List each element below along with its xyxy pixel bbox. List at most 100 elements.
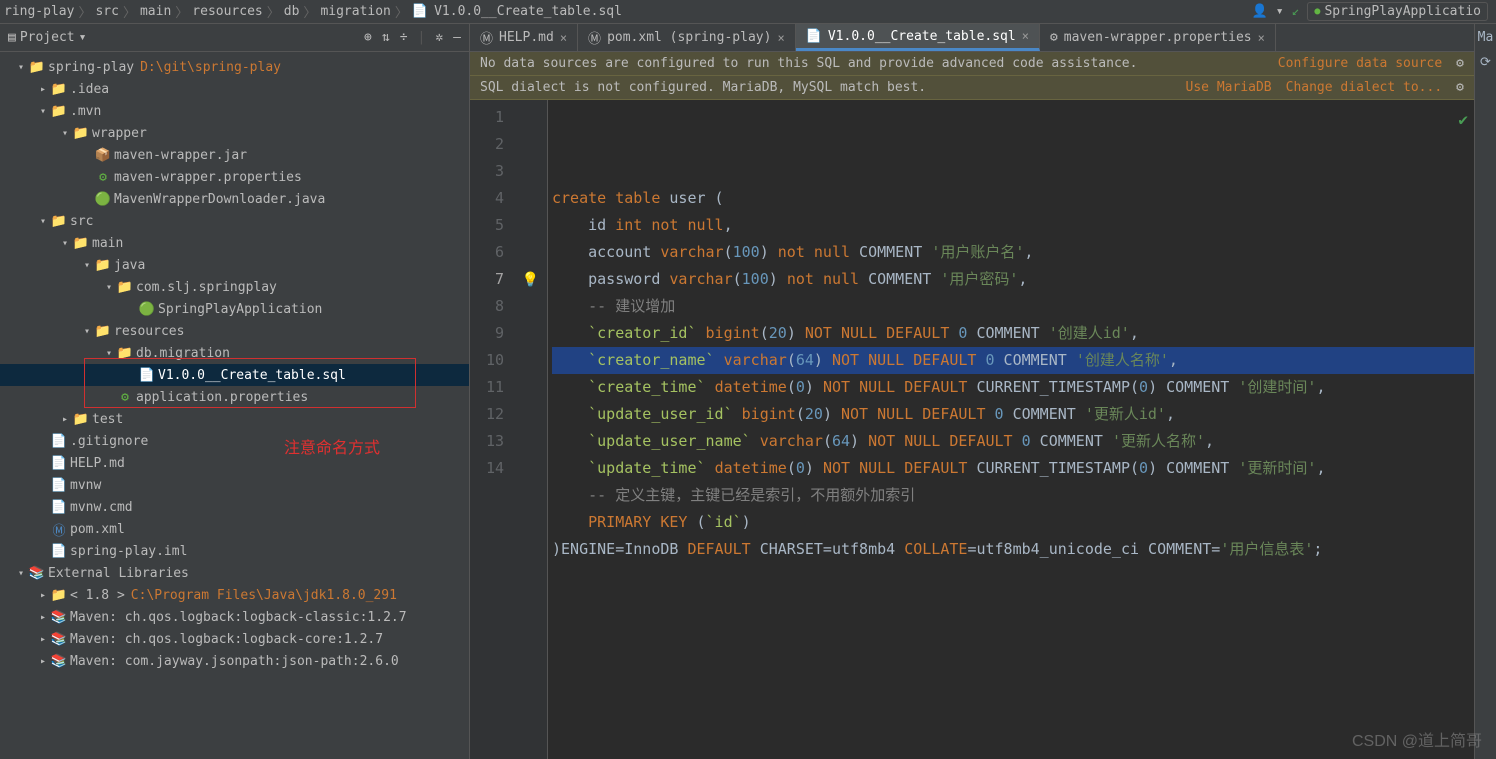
code-line[interactable]: account varchar(100) not null COMMENT '用… bbox=[552, 239, 1474, 266]
tree-item[interactable]: ▸📄V1.0.0__Create_table.sql bbox=[0, 364, 469, 386]
chevron-right-icon[interactable]: ▸ bbox=[36, 612, 50, 623]
breadcrumb[interactable]: ring-play 〉src 〉main 〉resources 〉db 〉mig… bbox=[4, 2, 622, 21]
editor-tab[interactable]: ⓂHELP.md× bbox=[470, 24, 578, 51]
gear-icon[interactable]: ⚙ bbox=[1456, 56, 1464, 71]
gear-icon[interactable]: ✲ bbox=[435, 30, 443, 45]
tab-label: V1.0.0__Create_table.sql bbox=[828, 29, 1016, 44]
code-line[interactable]: `update_user_id` bigint(20) NOT NULL DEF… bbox=[552, 401, 1474, 428]
breadcrumb-part[interactable]: main bbox=[140, 4, 171, 19]
chevron-down-icon[interactable]: ▾ bbox=[80, 260, 94, 271]
sql-icon: 📄 bbox=[138, 368, 156, 383]
tree-item[interactable]: ▾📁java bbox=[0, 254, 469, 276]
chevron-down-icon[interactable]: ▾ bbox=[102, 348, 116, 359]
expand-icon[interactable]: ⇅ bbox=[382, 30, 390, 45]
code-line[interactable]: -- 定义主键，主键已经是索引，不用额外加索引 bbox=[552, 482, 1474, 509]
tree-item[interactable]: ▸🟢SpringPlayApplication bbox=[0, 298, 469, 320]
code-line[interactable]: `create_time` datetime(0) NOT NULL DEFAU… bbox=[552, 374, 1474, 401]
chevron-down-icon[interactable]: ▾ bbox=[102, 282, 116, 293]
project-tool-title[interactable]: ▤ Project ▾ bbox=[8, 30, 86, 45]
tree-item[interactable]: ▸📄mvnw bbox=[0, 474, 469, 496]
chevron-right-icon[interactable]: ▸ bbox=[58, 414, 72, 425]
close-icon[interactable]: × bbox=[1258, 31, 1265, 45]
run-button-icon[interactable]: ↙ bbox=[1292, 4, 1300, 19]
tree-item[interactable]: ▸📁test bbox=[0, 408, 469, 430]
code-line[interactable]: create table user ( bbox=[552, 185, 1474, 212]
gear-icon[interactable]: ⚙ bbox=[1456, 80, 1464, 95]
code-area[interactable]: ✔ create table user ( id int not null, a… bbox=[548, 100, 1474, 759]
code-line[interactable]: `creator_name` varchar(64) NOT NULL DEFA… bbox=[552, 347, 1474, 374]
tree-item[interactable]: ▸📄spring-play.iml bbox=[0, 540, 469, 562]
chevron-down-icon[interactable]: ▾ bbox=[58, 128, 72, 139]
breadcrumb-part[interactable]: src bbox=[95, 4, 118, 19]
breadcrumb-part[interactable]: resources bbox=[192, 4, 262, 19]
editor-tab[interactable]: ⚙maven-wrapper.properties× bbox=[1040, 24, 1276, 51]
code-line[interactable]: PRIMARY KEY (`id`) bbox=[552, 509, 1474, 536]
code-line[interactable]: `update_time` datetime(0) NOT NULL DEFAU… bbox=[552, 455, 1474, 482]
tree-item-label: test bbox=[92, 412, 123, 427]
chevron-right-icon[interactable]: ▸ bbox=[36, 590, 50, 601]
close-icon[interactable]: × bbox=[1022, 29, 1029, 43]
breadcrumb-part[interactable]: db bbox=[284, 4, 300, 19]
project-tree[interactable]: ▾📁spring-play D:\git\spring-play▸📁.idea▾… bbox=[0, 52, 469, 759]
tree-item[interactable]: ▾📁src bbox=[0, 210, 469, 232]
tree-item[interactable]: ▸📚Maven: ch.qos.logback:logback-classic:… bbox=[0, 606, 469, 628]
tree-item[interactable]: ▸⚙application.properties bbox=[0, 386, 469, 408]
code-line[interactable]: id int not null, bbox=[552, 212, 1474, 239]
editor-tab[interactable]: 📄V1.0.0__Create_table.sql× bbox=[796, 24, 1040, 51]
tree-item[interactable]: ▸⚙maven-wrapper.properties bbox=[0, 166, 469, 188]
database-tool-icon[interactable]: ⟳ bbox=[1480, 55, 1491, 70]
editor-tab[interactable]: Ⓜpom.xml (spring-play)× bbox=[578, 24, 796, 51]
code-line[interactable]: -- 建议增加 bbox=[552, 293, 1474, 320]
code-line[interactable]: `creator_id` bigint(20) NOT NULL DEFAULT… bbox=[552, 320, 1474, 347]
chevron-down-icon[interactable]: ▾ bbox=[36, 216, 50, 227]
tree-item[interactable]: ▸📁.idea bbox=[0, 78, 469, 100]
tree-item[interactable]: ▸📄mvnw.cmd bbox=[0, 496, 469, 518]
chevron-down-icon[interactable]: ▾ bbox=[14, 62, 28, 73]
chevron-down-icon[interactable]: ▾ bbox=[58, 238, 72, 249]
spring-icon: ● bbox=[1314, 6, 1320, 17]
maven-tool-tab[interactable]: Ma bbox=[1478, 30, 1494, 45]
run-config[interactable]: ● SpringPlayApplicatio bbox=[1307, 2, 1488, 21]
tree-item[interactable]: ▾📁resources bbox=[0, 320, 469, 342]
code-line[interactable]: `update_user_name` varchar(64) NOT NULL … bbox=[552, 428, 1474, 455]
collapse-icon[interactable]: ÷ bbox=[400, 30, 408, 45]
tree-item[interactable]: ▸📦maven-wrapper.jar bbox=[0, 144, 469, 166]
banner-action-link[interactable]: Configure data source bbox=[1278, 56, 1442, 71]
tree-item[interactable]: ▸Ⓜpom.xml bbox=[0, 518, 469, 540]
tree-item[interactable]: ▾📁wrapper bbox=[0, 122, 469, 144]
tree-item[interactable]: ▾📁db.migration bbox=[0, 342, 469, 364]
inspection-ok-icon[interactable]: ✔ bbox=[1458, 106, 1468, 133]
banner-action-link[interactable]: Use MariaDB bbox=[1186, 80, 1272, 95]
locate-icon[interactable]: ⊕ bbox=[364, 30, 372, 45]
tree-item[interactable]: ▾📚External Libraries bbox=[0, 562, 469, 584]
tree-item[interactable]: ▸📁< 1.8 > C:\Program Files\Java\jdk1.8.0… bbox=[0, 584, 469, 606]
tree-item[interactable]: ▸📚Maven: ch.qos.logback:logback-core:1.2… bbox=[0, 628, 469, 650]
editor-tabs[interactable]: ⓂHELP.md×Ⓜpom.xml (spring-play)×📄V1.0.0_… bbox=[470, 24, 1474, 52]
editor[interactable]: 1234567891011121314 ✔ create table user … bbox=[470, 100, 1474, 759]
breadcrumb-part[interactable]: migration bbox=[320, 4, 390, 19]
tree-item[interactable]: ▾📁spring-play D:\git\spring-play bbox=[0, 56, 469, 78]
close-icon[interactable]: × bbox=[560, 31, 567, 45]
chevron-down-icon[interactable]: ▾ bbox=[80, 326, 94, 337]
tree-item[interactable]: ▸🟢MavenWrapperDownloader.java bbox=[0, 188, 469, 210]
breadcrumb-part[interactable]: ring-play bbox=[4, 4, 74, 19]
close-icon[interactable]: × bbox=[777, 31, 784, 45]
banner-action-link[interactable]: Change dialect to... bbox=[1286, 80, 1443, 95]
code-line[interactable]: password varchar(100) not null COMMENT '… bbox=[552, 266, 1474, 293]
tree-item[interactable]: ▸📄HELP.md bbox=[0, 452, 469, 474]
chevron-right-icon[interactable]: ▸ bbox=[36, 84, 50, 95]
hide-icon[interactable]: — bbox=[453, 30, 461, 45]
intention-bulb-icon[interactable] bbox=[514, 266, 547, 293]
chevron-right-icon[interactable]: ▸ bbox=[36, 656, 50, 667]
tree-item[interactable]: ▾📁com.slj.springplay bbox=[0, 276, 469, 298]
tree-item[interactable]: ▾📁.mvn bbox=[0, 100, 469, 122]
tree-item[interactable]: ▾📁main bbox=[0, 232, 469, 254]
chevron-right-icon[interactable]: ▸ bbox=[36, 634, 50, 645]
chevron-down-icon[interactable]: ▾ bbox=[36, 106, 50, 117]
tree-item[interactable]: ▸📚Maven: com.jayway.jsonpath:json-path:2… bbox=[0, 650, 469, 672]
code-line[interactable]: )ENGINE=InnoDB DEFAULT CHARSET=utf8mb4 C… bbox=[552, 536, 1474, 563]
vcs-icon[interactable]: 👤 ▾ bbox=[1252, 4, 1284, 19]
tree-item[interactable]: ▸📄.gitignore bbox=[0, 430, 469, 452]
chevron-down-icon[interactable]: ▾ bbox=[14, 568, 28, 579]
breadcrumb-part[interactable]: V1.0.0__Create_table.sql bbox=[434, 4, 622, 19]
